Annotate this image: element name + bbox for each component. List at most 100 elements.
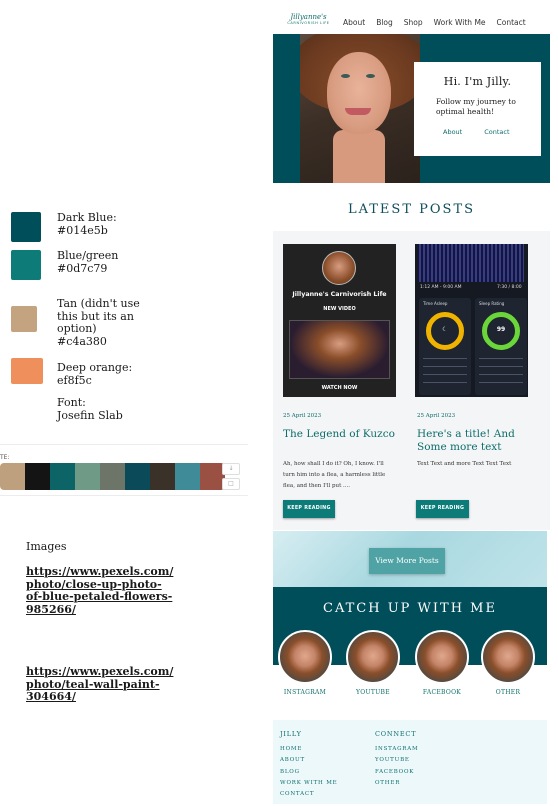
- footer-link-home[interactable]: HOME: [280, 744, 337, 755]
- site-nav: Jillyanne's CARNIVORISH LIFE About Blog …: [273, 10, 553, 34]
- nav-shop[interactable]: Shop: [404, 18, 423, 27]
- download-icon[interactable]: ↓: [222, 463, 240, 475]
- thumb-time-left: 1:12 AM - 9:00 AM: [420, 285, 462, 290]
- thumb-watch-now: WATCH NOW: [321, 385, 358, 391]
- swatch-label: Blue/green: [57, 249, 119, 262]
- footer-link-other[interactable]: OTHER: [375, 778, 418, 789]
- color-swatch: [11, 306, 37, 332]
- hero-photo: [300, 34, 420, 183]
- footer-heading: CONNECT: [375, 730, 417, 738]
- social-label: YOUTUBE: [356, 689, 390, 696]
- footer-link-work-with-me[interactable]: WORK WITH ME: [280, 778, 337, 789]
- nav-about[interactable]: About: [343, 18, 365, 27]
- social-label: INSTAGRAM: [283, 689, 327, 696]
- social-youtube[interactable]: YOUTUBE: [343, 630, 403, 696]
- thumb-frame: [289, 320, 390, 379]
- font-note: Font: Josefin Slab: [57, 396, 123, 422]
- copy-icon[interactable]: □: [222, 478, 240, 490]
- post-title[interactable]: Here's a title! And Some more text: [417, 428, 537, 453]
- site-footer: JILLY HOME ABOUT BLOG WORK WITH ME CONTA…: [273, 720, 547, 804]
- post-date: 25 April 2023: [283, 413, 322, 419]
- divider: [0, 495, 248, 496]
- latest-posts-heading: LATEST POSTS: [347, 202, 476, 217]
- palette-color[interactable]: [150, 463, 175, 490]
- hero-contact-link[interactable]: Contact: [484, 128, 509, 136]
- nav-contact[interactable]: Contact: [497, 18, 526, 27]
- swatch-value: #0d7c79: [57, 261, 108, 275]
- swatch-value: #014e5b: [57, 223, 108, 237]
- palette-color[interactable]: [175, 463, 200, 490]
- swatch-value: #c4a380: [57, 334, 107, 348]
- social-label: OTHER: [495, 689, 521, 696]
- social-other[interactable]: OTHER: [478, 630, 538, 696]
- footer-link-blog[interactable]: BLOG: [280, 767, 337, 778]
- avatar: [278, 630, 332, 684]
- hero-subtitle: Follow my journey to optimal health!: [436, 97, 516, 116]
- palette-color[interactable]: [100, 463, 125, 490]
- social-facebook[interactable]: FACEBOOK: [412, 630, 472, 696]
- image-link[interactable]: https://www.pexels.com/photo/teal-wall-p…: [26, 665, 176, 704]
- logo-script: Jillyanne's: [290, 13, 327, 21]
- footer-link-instagram[interactable]: INSTAGRAM: [375, 744, 418, 755]
- palette-label: TE:: [0, 454, 10, 461]
- score-ring: 99: [482, 312, 520, 350]
- image-link[interactable]: https://www.pexels.com/photo/close-up-ph…: [26, 565, 176, 616]
- keep-reading-button[interactable]: KEEP READING: [283, 500, 335, 518]
- swatch-label: Dark Blue:: [57, 211, 117, 224]
- avatar: [346, 630, 400, 684]
- color-swatch: [11, 250, 41, 280]
- post-thumbnail[interactable]: Jillyanne's Carnivorish Life NEW VIDEO W…: [283, 244, 396, 397]
- swatch-value: ef8f5c: [57, 373, 92, 387]
- social-label: FACEBOOK: [422, 689, 462, 696]
- swatch-dark-blue: Dark Blue: #014e5b: [11, 211, 117, 242]
- palette-color[interactable]: [25, 463, 50, 490]
- swatch-label: Deep orange:: [57, 361, 133, 374]
- nav-work-with-me[interactable]: Work With Me: [434, 18, 486, 27]
- hero-card: Hi. I'm Jilly. Follow my journey to opti…: [414, 62, 541, 156]
- swatch-label: Tan (didn't use this but its an option): [57, 297, 140, 335]
- social-instagram[interactable]: INSTAGRAM: [275, 630, 335, 696]
- post-title[interactable]: The Legend of Kuzco: [283, 428, 403, 441]
- catch-up-heading: CATCH UP WITH ME: [323, 601, 497, 616]
- score-value: 99: [496, 326, 506, 333]
- nav-blog[interactable]: Blog: [376, 18, 393, 27]
- font-value: Josefin Slab: [57, 408, 123, 422]
- avatar: [322, 251, 356, 285]
- color-palette: [0, 463, 225, 490]
- hero-title: Hi. I'm Jilly.: [443, 75, 512, 88]
- site-logo[interactable]: Jillyanne's CARNIVORISH LIFE: [286, 13, 331, 26]
- avatar: [415, 630, 469, 684]
- avatar: [481, 630, 535, 684]
- thumb-panel: Time Asleep ☾: [419, 298, 471, 395]
- panel-label: Sleep Rating: [479, 301, 505, 306]
- hero-about-link[interactable]: About: [443, 128, 462, 136]
- post-thumbnail[interactable]: 1:12 AM - 9:00 AM 7:30 / 8:00 Time Aslee…: [415, 244, 528, 397]
- post-excerpt: Text Text and more Text Text Text: [417, 461, 512, 467]
- font-label: Font:: [57, 396, 86, 409]
- palette-color[interactable]: [50, 463, 75, 490]
- swatch-tan: Tan (didn't use this but its an option) …: [11, 297, 149, 348]
- footer-link-facebook[interactable]: FACEBOOK: [375, 767, 418, 778]
- swatch-blue-green: Blue/green #0d7c79: [11, 249, 119, 280]
- view-more-posts-button[interactable]: View More Posts: [369, 548, 445, 574]
- images-title: Images: [26, 540, 67, 553]
- footer-link-about[interactable]: ABOUT: [280, 755, 337, 766]
- footer-link-youtube[interactable]: YOUTUBE: [375, 755, 418, 766]
- hero-links: About Contact: [443, 128, 510, 136]
- footer-link-contact[interactable]: CONTACT: [280, 789, 337, 800]
- palette-color[interactable]: [0, 463, 25, 490]
- nav-links: About Blog Shop Work With Me Contact: [343, 18, 526, 27]
- palette-color[interactable]: [125, 463, 150, 490]
- footer-heading: JILLY: [280, 730, 302, 738]
- keep-reading-button[interactable]: KEEP READING: [416, 500, 469, 518]
- sleep-chart-graphic: [419, 244, 524, 282]
- footer-column-connect: CONNECT INSTAGRAM YOUTUBE FACEBOOK OTHER: [375, 730, 418, 789]
- post-date: 25 April 2023: [417, 413, 456, 419]
- panel-label: Time Asleep: [423, 301, 448, 306]
- thumb-time-right: 7:30 / 8:00: [497, 285, 522, 290]
- divider: [0, 444, 248, 445]
- post-excerpt: Ah, how shall I do it? Oh, I know. I'll …: [283, 461, 386, 489]
- palette-color[interactable]: [75, 463, 100, 490]
- thumb-new-video: NEW VIDEO: [323, 306, 356, 312]
- color-swatch: [11, 212, 41, 242]
